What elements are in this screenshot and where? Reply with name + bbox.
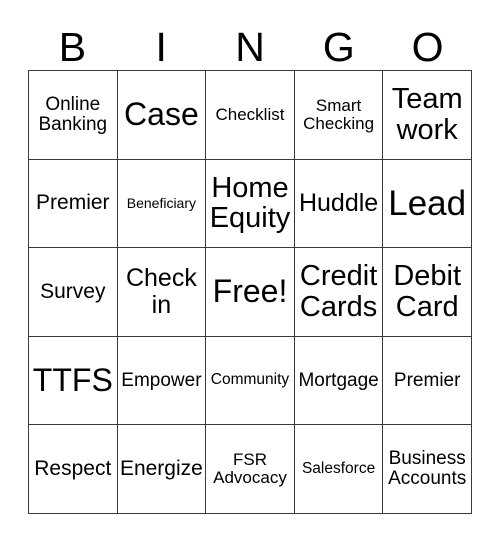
bingo-cell[interactable]: Beneficiary [117,159,207,249]
bingo-cell[interactable]: Home Equity [206,159,295,249]
header-letter-o: O [411,24,444,70]
bingo-cell-label: Premier [393,369,461,391]
bingo-cell[interactable]: Case [117,71,207,160]
bingo-cell-label: Lead [388,183,467,223]
bingo-cell-label: Huddle [298,189,379,218]
bingo-grid: Online Banking Case Checklist Smart Chec… [28,70,472,514]
bingo-cell-label: Premier [36,191,110,215]
bingo-cell-label: Debit Card [393,260,462,323]
bingo-cell-label: TTFS [32,361,113,398]
bingo-cell[interactable]: FSR Advocacy [206,425,295,514]
bingo-cell[interactable]: Credit Cards [294,248,384,337]
bingo-cell-label: Respect [34,457,112,481]
bingo-cell[interactable]: Premier [383,336,472,426]
bingo-header: B I N G O [28,8,472,70]
header-letter-i: I [155,24,167,70]
header-letter-b: B [58,24,87,70]
bingo-cell-label: Smart Checking [303,95,375,133]
bingo-cell[interactable]: Energize [117,425,207,514]
bingo-cell-label: Home Equity [209,171,291,235]
bingo-cell-label: Business Accounts [388,448,467,490]
bingo-cell[interactable]: Respect [29,425,118,514]
bingo-cell[interactable]: Premier [29,159,118,249]
bingo-cell[interactable]: Huddle [294,159,384,249]
bingo-cell-label: FSR Advocacy [213,450,287,488]
bingo-cell-label: Team work [391,83,463,146]
bingo-cell-label: Mortgage [298,369,379,391]
bingo-cell-free-space[interactable]: Free! [206,248,295,337]
bingo-cell-label: Free! [212,273,288,310]
header-letter-n: N [235,24,265,70]
bingo-cell-label: Energize [119,457,203,481]
bingo-cell-label: Beneficiary [126,194,197,211]
bingo-cell[interactable]: Checklist [206,71,295,160]
bingo-card: B I N G O Online Banking Case Checklist … [0,0,500,544]
bingo-cell-label: Community [210,371,290,389]
bingo-cell[interactable]: Online Banking [29,71,118,160]
bingo-cell-label: Online Banking [38,93,108,135]
bingo-cell-label: Salesforce [301,459,376,477]
bingo-cell[interactable]: Smart Checking [294,71,384,160]
bingo-cell-label: Check in [125,264,197,319]
bingo-cell[interactable]: Team work [383,71,472,160]
header-letter-g: G [322,24,355,70]
bingo-cell[interactable]: Debit Card [383,248,472,337]
bingo-cell[interactable]: Business Accounts [383,425,472,514]
bingo-cell[interactable]: Community [206,336,295,426]
bingo-cell[interactable]: Salesforce [294,425,384,514]
bingo-cell[interactable]: Check in [117,248,207,337]
bingo-cell-label: Checklist [215,104,285,124]
bingo-cell-label: Credit Cards [299,260,378,323]
bingo-cell[interactable]: Mortgage [294,336,384,426]
bingo-cell-label: Empower [121,369,202,391]
bingo-cell-label: Case [124,95,199,132]
bingo-cell[interactable]: Survey [29,248,118,337]
bingo-cell[interactable]: Lead [383,159,472,249]
bingo-cell-label: Survey [40,279,106,303]
bingo-cell[interactable]: Empower [117,336,207,426]
bingo-cell[interactable]: TTFS [29,336,118,426]
